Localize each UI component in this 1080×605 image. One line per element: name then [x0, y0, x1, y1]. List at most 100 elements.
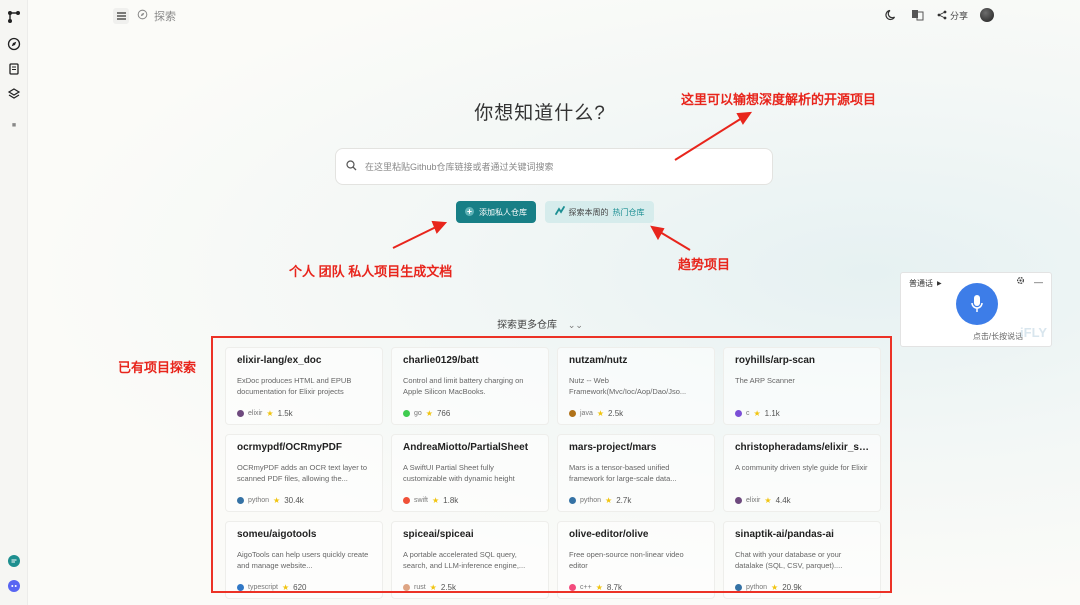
language-dot-icon: [569, 584, 576, 591]
repo-name: AndreaMiotto/PartialSheet: [403, 442, 529, 453]
language-dot-icon: [403, 497, 410, 504]
repo-meta: go ★ 766: [403, 409, 450, 418]
arrow-head-add: [431, 220, 448, 234]
arrow-head-trending: [650, 225, 665, 241]
chat-app-icon[interactable]: [7, 554, 21, 568]
repo-stars: 20.9k: [782, 583, 802, 592]
moon-icon[interactable]: [885, 8, 899, 22]
search-input[interactable]: [365, 161, 745, 172]
menu-icon[interactable]: [113, 8, 129, 24]
language-dot-icon: [735, 584, 742, 591]
repo-description: Mars is a tensor-based unified framework…: [569, 463, 677, 483]
repo-description: A portable accelerated SQL query, search…: [403, 550, 526, 570]
repo-card[interactable]: spiceai/spiceai A portable accelerated SQ…: [391, 521, 549, 599]
trend-prefix-label: 探索本周的: [568, 207, 609, 217]
repo-name: someu/aigotools: [237, 529, 317, 540]
repo-meta: typescript ★ 620: [237, 583, 307, 592]
repo-meta: c++ ★ 8.7k: [569, 583, 622, 592]
repo-stars: 766: [436, 409, 451, 418]
compass-icon[interactable]: [7, 37, 21, 51]
repo-card[interactable]: christopheradams/elixir_sty... A communit…: [723, 434, 881, 512]
repo-description: A community driven style guide for Elixi…: [735, 463, 868, 472]
book-icon[interactable]: [7, 62, 21, 76]
repo-meta: rust ★ 2.5k: [403, 583, 456, 592]
repo-card[interactable]: charlie0129/batt Control and limit batter…: [391, 347, 549, 425]
repo-meta: elixir ★ 1.5k: [237, 409, 293, 418]
repo-card[interactable]: royhills/arp-scan The ARP Scanner c ★ 1.1k: [723, 347, 881, 425]
repo-name: elixir-lang/ex_doc: [237, 355, 322, 366]
page-title: 你想知道什么?: [474, 103, 606, 124]
repo-card[interactable]: someu/aigotools AigoTools can help users …: [225, 521, 383, 599]
add-private-repo-button[interactable]: 添加私人仓库: [456, 201, 536, 223]
repo-card[interactable]: olive-editor/olive Free open-source non-l…: [557, 521, 715, 599]
avatar[interactable]: [980, 8, 994, 22]
repo-stars: 1.8k: [443, 496, 459, 505]
language-dot-icon: [735, 410, 742, 417]
language-dot-icon: [735, 497, 742, 504]
voice-mode-selector[interactable]: 普通话 ▶: [909, 278, 942, 289]
repo-card[interactable]: mars-project/mars Mars is a tensor-based …: [557, 434, 715, 512]
repo-card[interactable]: AndreaMiotto/PartialSheet A SwiftUI Parti…: [391, 434, 549, 512]
explore-more-toggle[interactable]: 探索更多仓库 ⌄⌄: [0, 316, 1080, 331]
repo-card[interactable]: elixir-lang/ex_doc ExDoc produces HTML an…: [225, 347, 383, 425]
repo-stars: 2.5k: [608, 409, 624, 418]
repo-description: Free open-source non-linear video editor: [569, 550, 684, 570]
repo-stars: 30.4k: [284, 496, 304, 505]
discord-icon[interactable]: [7, 579, 21, 593]
repo-description: ExDoc produces HTML and EPUB documentati…: [237, 376, 352, 396]
microphone-icon: [971, 295, 983, 312]
voice-mode-label: 普通话: [909, 279, 933, 288]
repo-stars: 1.5k: [277, 409, 293, 418]
search-icon: [346, 158, 357, 176]
share-label: 分享: [949, 10, 968, 21]
repo-stars: 2.7k: [616, 496, 632, 505]
repo-name: mars-project/mars: [569, 442, 657, 453]
voice-input-widget: 普通话 ▶ — 点击/长按说话 iFLY: [900, 272, 1052, 347]
logo-icon[interactable]: [7, 10, 21, 24]
star-icon: ★: [753, 409, 761, 418]
repo-language: rust: [414, 584, 426, 591]
repo-language: elixir: [248, 410, 263, 417]
trending-repos-button[interactable]: 探索本周的 热门仓库: [545, 201, 654, 223]
language-dot-icon: [569, 497, 576, 504]
star-icon: ★: [266, 409, 274, 418]
annotation-search-hint: 这里可以输想深度解析的开源项目: [681, 92, 877, 107]
star-icon: ★: [432, 496, 440, 505]
add-private-repo-label: 添加私人仓库: [479, 207, 527, 217]
language-dot-icon: [237, 410, 244, 417]
repo-card[interactable]: nutzam/nutz Nutz -- Web Framework(Mvc/Ioc…: [557, 347, 715, 425]
repo-language: c: [746, 410, 750, 417]
language-dot-icon: [237, 584, 244, 591]
repo-card[interactable]: ocrmypdf/OCRmyPDF OCRmyPDF adds an OCR te…: [225, 434, 383, 512]
star-icon: ★: [605, 496, 613, 505]
repo-description: A SwiftUI Partial Sheet fully customizab…: [403, 463, 515, 483]
repo-name: christopheradams/elixir_sty...: [735, 442, 869, 453]
topbar-right: 分享: [885, 8, 994, 22]
star-icon: ★: [771, 583, 779, 592]
repo-description: Chat with your database or your datalake…: [735, 550, 843, 570]
repo-stars: 620: [293, 583, 307, 592]
search-box[interactable]: [335, 148, 773, 185]
language-dot-icon: [569, 410, 576, 417]
compass-small-icon: [137, 9, 148, 23]
settings-icon[interactable]: [1016, 276, 1025, 287]
repo-meta: c ★ 1.1k: [735, 409, 780, 418]
share-button[interactable]: 分享: [937, 9, 968, 22]
repo-meta: elixir ★ 4.4k: [735, 496, 791, 505]
repo-stars: 2.5k: [440, 583, 456, 592]
repo-card[interactable]: sinaptik-ai/pandas-ai Chat with your data…: [723, 521, 881, 599]
language-dot-icon: [237, 497, 244, 504]
repo-name: royhills/arp-scan: [735, 355, 816, 366]
plus-icon: [465, 206, 474, 218]
repo-description: AigoTools can help users quickly create …: [237, 550, 369, 570]
annotation-trending: 趋势项目: [678, 257, 731, 272]
arrow-to-add-button: [392, 226, 437, 249]
minimize-icon[interactable]: —: [1034, 277, 1043, 287]
breadcrumb: 探索: [137, 8, 176, 24]
arrow-to-trending: [659, 231, 691, 251]
translate-icon[interactable]: [911, 8, 925, 22]
star-icon: ★: [595, 583, 603, 592]
trend-icon: [554, 206, 565, 218]
annotation-existing: 已有项目探索: [118, 360, 197, 375]
repo-language: python: [248, 497, 270, 504]
